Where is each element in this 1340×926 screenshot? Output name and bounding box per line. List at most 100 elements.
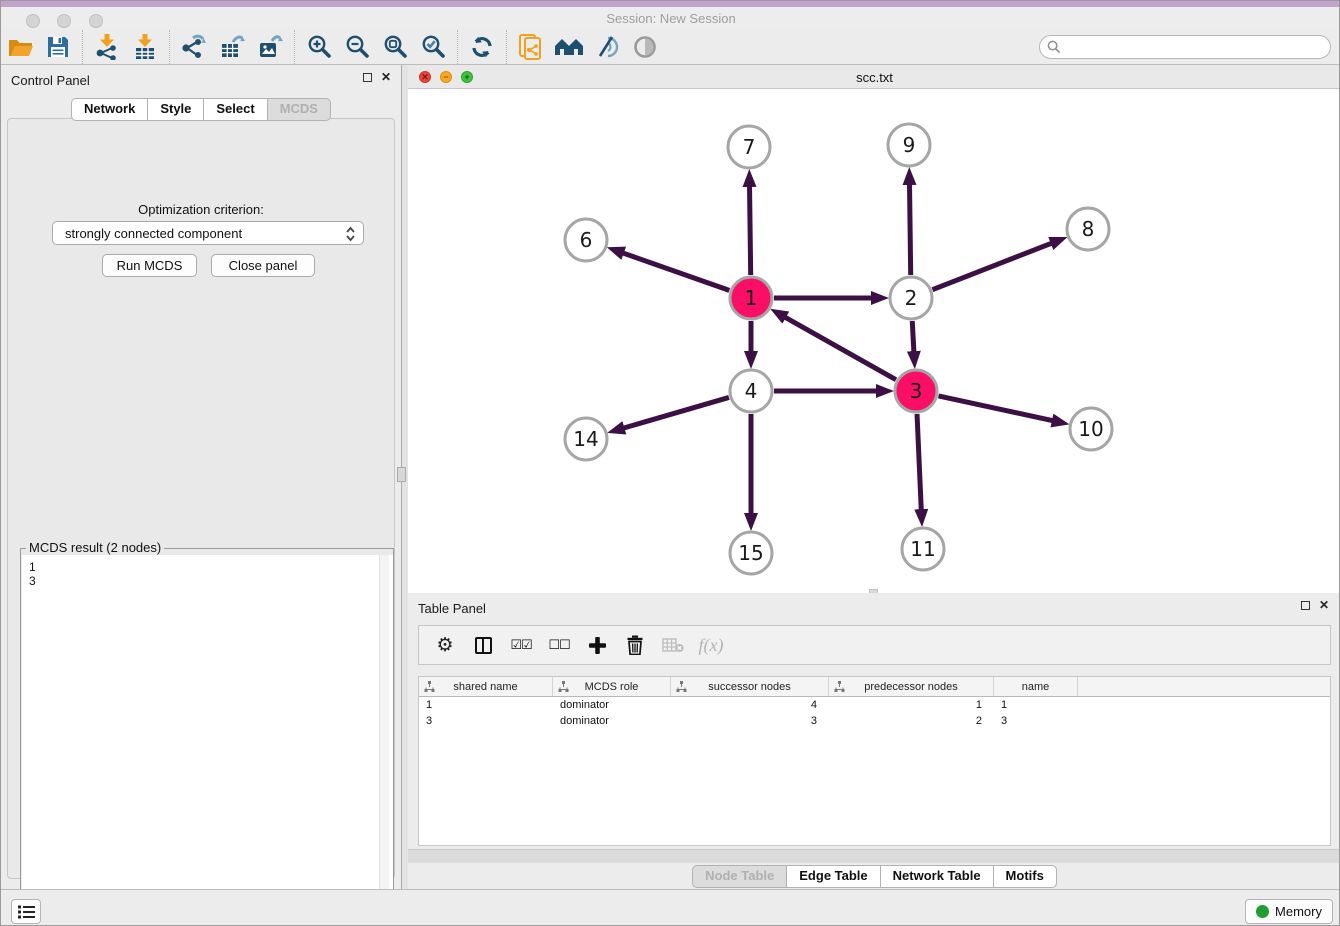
edge-1-6[interactable] — [623, 253, 730, 290]
delete-row-button[interactable] — [623, 633, 647, 657]
column-header-predecessor-nodes[interactable]: predecessor nodes — [829, 677, 994, 696]
unselect-all-button[interactable]: ☐☐ — [547, 633, 571, 657]
column-type-icon — [676, 681, 687, 695]
tab-style[interactable]: Style — [147, 98, 204, 121]
float-panel-icon[interactable] — [363, 73, 372, 82]
zoom-selected-button[interactable] — [414, 31, 452, 63]
status-bar: Memory — [1, 889, 1340, 926]
node-14[interactable]: 14 — [565, 418, 607, 460]
node-9[interactable]: 9 — [888, 124, 930, 166]
select-all-button[interactable]: ☑☑ — [509, 633, 533, 657]
column-label: MCDS role — [585, 681, 639, 693]
column-header-MCDS-role[interactable]: MCDS role — [553, 677, 671, 696]
network-window-title: scc.txt — [408, 70, 1340, 85]
column-header-name[interactable]: name — [994, 677, 1078, 696]
edge-2-9[interactable] — [910, 184, 911, 275]
table-cell[interactable]: dominator — [553, 699, 671, 711]
edge-2-3[interactable] — [912, 321, 914, 352]
table-cell[interactable]: 2 — [829, 715, 994, 727]
table-cell[interactable]: 3 — [994, 715, 1078, 727]
zoom-out-button[interactable] — [338, 31, 376, 63]
edge-4-14[interactable] — [623, 397, 728, 428]
float-table-panel-icon[interactable] — [1301, 601, 1310, 610]
table-row[interactable]: 1dominator411 — [419, 697, 1330, 713]
control-panel-title: Control Panel — [11, 73, 90, 88]
network-window-titlebar[interactable]: ✕ − + scc.txt — [408, 65, 1340, 89]
tab-network-table[interactable]: Network Table — [880, 865, 994, 888]
function-builder-button-disabled: f(x) — [699, 633, 723, 657]
first-neighbors-button[interactable] — [550, 31, 588, 63]
tab-select[interactable]: Select — [203, 98, 267, 121]
table-cell[interactable]: 3 — [419, 715, 553, 727]
table-row[interactable]: 3dominator323 — [419, 713, 1330, 729]
node-8[interactable]: 8 — [1067, 208, 1109, 250]
clone-network-button[interactable] — [512, 31, 550, 63]
table-toolbar: ⚙ ☑☑ ☐☐ — [418, 625, 1331, 665]
tab-edge-table[interactable]: Edge Table — [786, 865, 880, 888]
search-input[interactable] — [1039, 35, 1331, 59]
tab-mcds[interactable]: MCDS — [267, 98, 331, 121]
network-canvas[interactable]: 1 2 3 4 6 7 8 9 10 11 14 15 — [408, 89, 1340, 593]
open-folder-icon — [7, 35, 34, 59]
run-mcds-button[interactable]: Run MCDS — [102, 254, 197, 277]
mcds-result-title: MCDS result (2 nodes) — [26, 540, 164, 555]
node-7[interactable]: 7 — [728, 126, 770, 168]
show-hide-graphics-details-button[interactable] — [588, 31, 626, 63]
table-cell[interactable]: 1 — [994, 699, 1078, 711]
birds-eye-view-button[interactable] — [626, 31, 664, 63]
export-table-button[interactable] — [213, 31, 251, 63]
node-4[interactable]: 4 — [730, 370, 772, 412]
close-table-panel-icon[interactable]: ✕ — [1319, 601, 1329, 610]
panel-divider-handle[interactable] — [397, 467, 406, 482]
zoom-fit-button[interactable] — [376, 31, 414, 63]
column-header-successor-nodes[interactable]: successor nodes — [671, 677, 829, 696]
clone-network-icon — [518, 33, 544, 61]
show-panels-button[interactable] — [11, 899, 41, 924]
node-6[interactable]: 6 — [565, 219, 607, 261]
edge-1-7[interactable] — [750, 186, 751, 275]
houses-icon — [554, 35, 584, 59]
table-cell[interactable]: 3 — [671, 715, 829, 727]
open-session-button[interactable] — [1, 31, 39, 63]
save-session-button[interactable] — [39, 31, 77, 63]
node-3[interactable]: 3 — [895, 370, 937, 412]
export-network-button[interactable] — [175, 31, 213, 63]
select-chevrons-icon — [345, 226, 356, 242]
criterion-select[interactable]: strongly connected component — [52, 221, 364, 245]
column-label: predecessor nodes — [864, 681, 958, 693]
node-10[interactable]: 10 — [1070, 408, 1112, 450]
close-panel-button[interactable]: Close panel — [211, 254, 315, 277]
mcds-result-scrollbar[interactable] — [379, 555, 389, 925]
tab-network[interactable]: Network — [71, 98, 148, 121]
apply-preferred-layout-button[interactable] — [463, 31, 501, 63]
import-network-button[interactable] — [88, 31, 126, 63]
svg-text:10: 10 — [1078, 417, 1103, 441]
export-image-button[interactable] — [251, 31, 289, 63]
zoom-in-button[interactable] — [300, 31, 338, 63]
show-columns-button[interactable] — [471, 633, 495, 657]
window-titlebar: Session: New Session — [1, 7, 1340, 29]
edge-2-8[interactable] — [932, 243, 1051, 289]
close-panel-icon[interactable]: ✕ — [381, 73, 391, 82]
main-toolbar — [1, 29, 1340, 65]
tab-motifs[interactable]: Motifs — [993, 865, 1057, 888]
node-2[interactable]: 2 — [890, 277, 932, 319]
table-cell[interactable]: 1 — [829, 699, 994, 711]
memory-button[interactable]: Memory — [1245, 899, 1333, 924]
node-11[interactable]: 11 — [902, 528, 944, 570]
add-row-button[interactable] — [585, 633, 609, 657]
node-15[interactable]: 15 — [730, 532, 772, 574]
table-cell[interactable]: 1 — [419, 699, 553, 711]
table-cell[interactable]: dominator — [553, 715, 671, 727]
table-options-button[interactable]: ⚙ — [433, 633, 457, 657]
column-header-shared-name[interactable]: shared name — [419, 677, 553, 696]
table-cell[interactable]: 4 — [671, 699, 829, 711]
mcds-result-text[interactable]: 1 3 — [22, 555, 393, 925]
edge-3-11[interactable] — [917, 414, 921, 510]
tab-node-table[interactable]: Node Table — [692, 865, 787, 888]
edge-3-10[interactable] — [938, 396, 1052, 421]
network-canvas-svg: 1 2 3 4 6 7 8 9 10 11 14 15 — [408, 89, 1340, 593]
import-table-button[interactable] — [126, 31, 164, 63]
node-1[interactable]: 1 — [730, 277, 772, 319]
edge-3-1[interactable] — [785, 317, 896, 380]
